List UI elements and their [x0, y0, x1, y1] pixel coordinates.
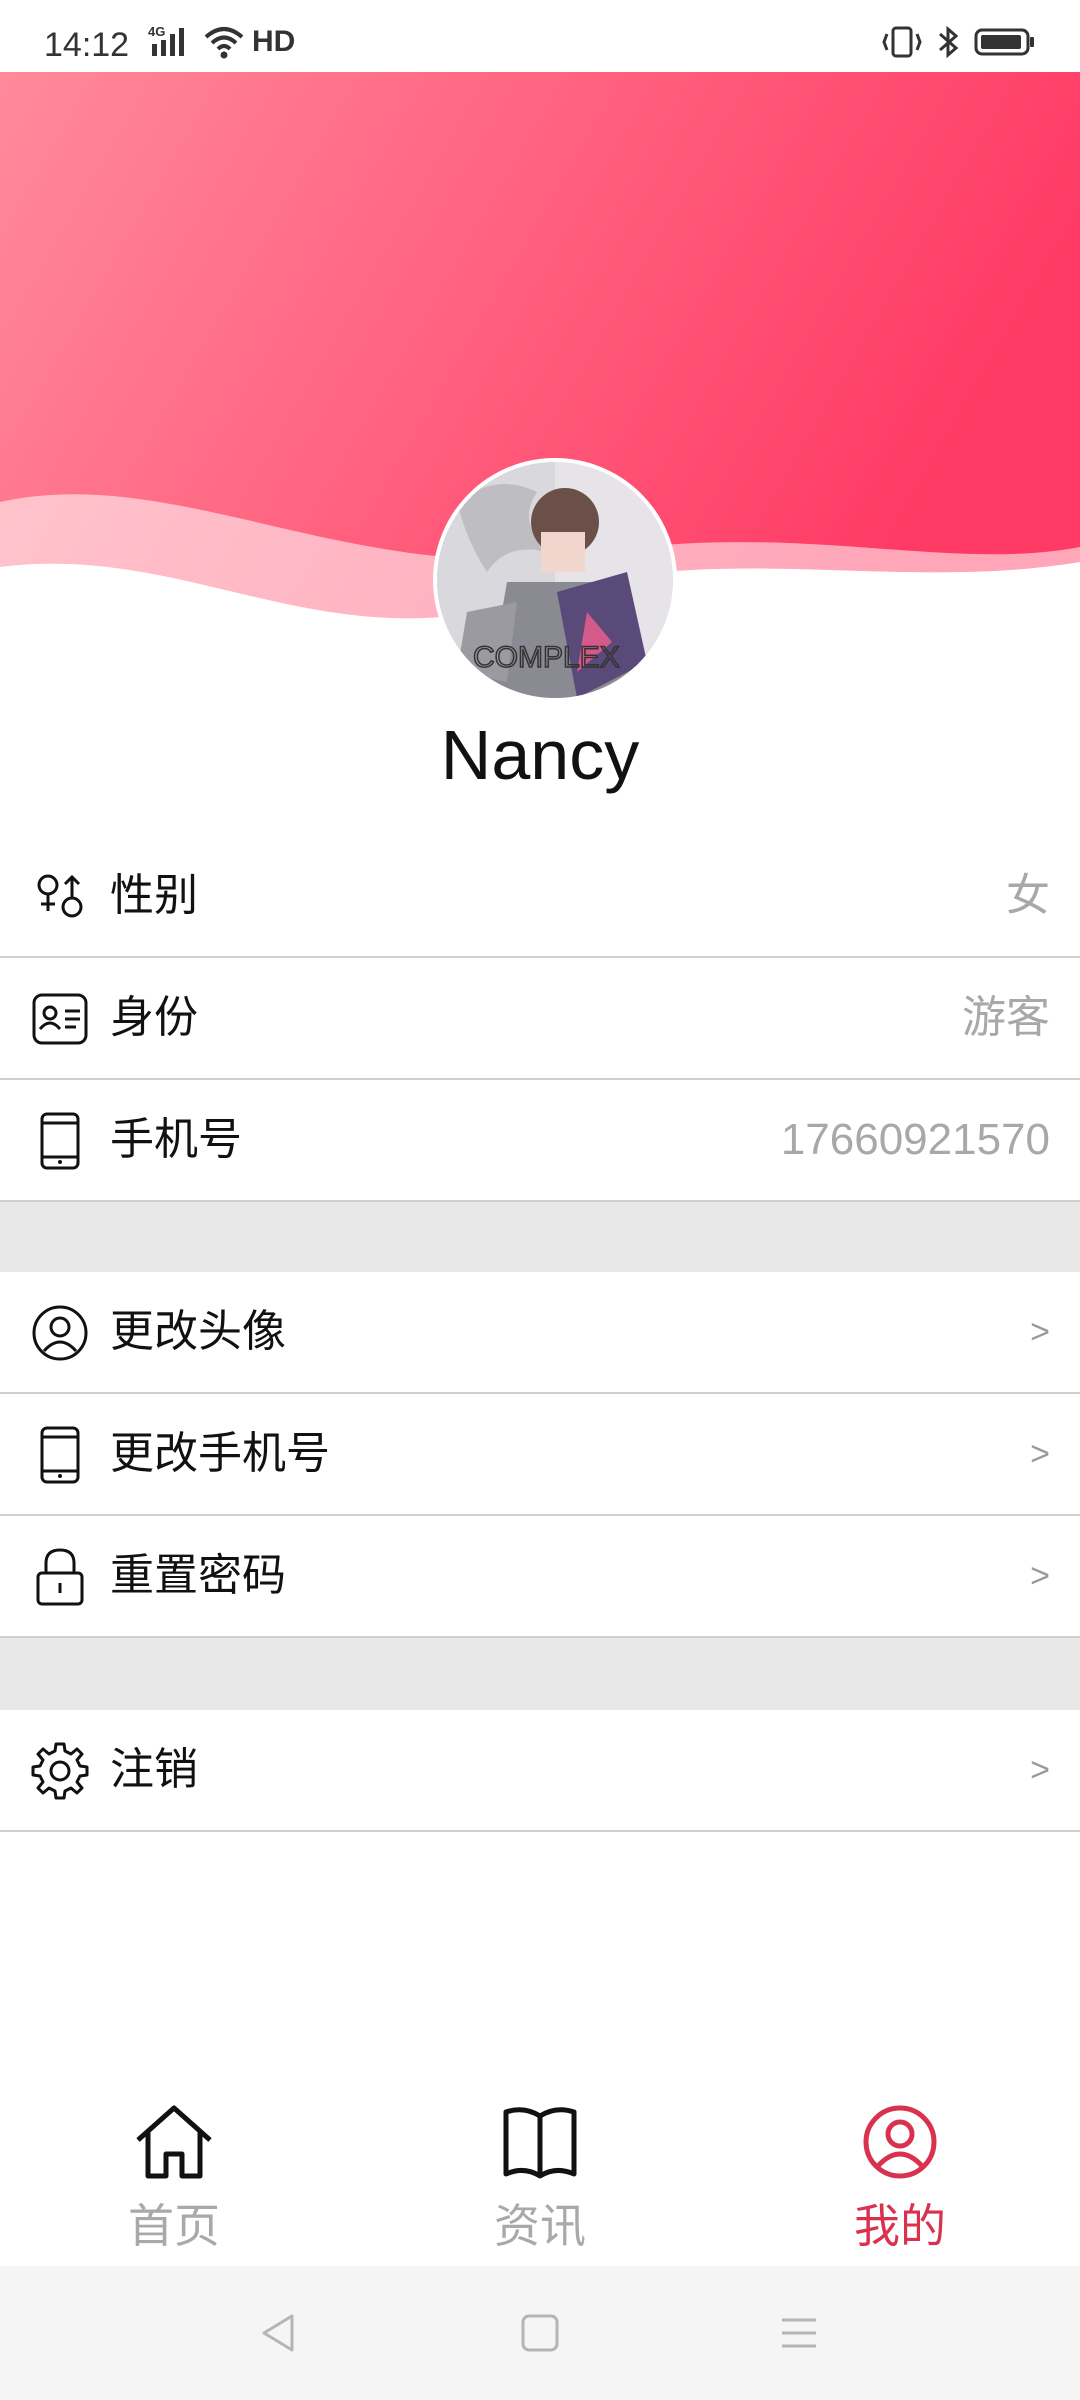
info-label-phone: 手机号 — [110, 1114, 242, 1165]
signal-icon: 4G — [148, 24, 184, 56]
action-label-reset-password: 重置密码 — [110, 1550, 286, 1601]
section-separator — [0, 1202, 1080, 1272]
tab-news-label: 资讯 — [494, 2199, 586, 2253]
tab-mine[interactable]: 我的 — [780, 2100, 1020, 2260]
tab-news[interactable]: 资讯 — [420, 2100, 660, 2260]
tab-home-label: 首页 — [128, 2199, 220, 2253]
section-separator — [0, 1638, 1080, 1710]
user-circle-icon — [863, 2105, 937, 2179]
info-value-phone: 17660921570 — [780, 1115, 1050, 1164]
info-row-phone: 手机号 17660921570 — [0, 1080, 1080, 1202]
action-row-change-avatar[interactable]: 更改头像 > — [0, 1272, 1080, 1394]
menu-icon[interactable] — [776, 2310, 822, 2356]
book-icon — [503, 2107, 577, 2179]
profile-avatar[interactable]: COMPLEX — [433, 458, 677, 702]
user-circle-icon — [32, 1305, 88, 1361]
action-label-change-phone: 更改手机号 — [110, 1428, 330, 1479]
back-icon[interactable] — [256, 2310, 302, 2356]
profile-username: Nancy — [440, 716, 640, 794]
vibrate-icon — [882, 26, 922, 58]
gender-icon — [37, 874, 83, 918]
bluetooth-icon — [939, 25, 959, 59]
info-label-identity: 身份 — [110, 992, 198, 1043]
phone-icon — [40, 1426, 80, 1484]
action-row-reset-password[interactable]: 重置密码 > — [0, 1516, 1080, 1638]
chevron-right-icon: > — [1030, 1435, 1050, 1473]
chevron-right-icon: > — [1030, 1557, 1050, 1595]
status-bar: 14:12 4G HD — [0, 0, 1080, 72]
tab-home[interactable]: 首页 — [54, 2100, 294, 2260]
home-button-icon[interactable] — [517, 2310, 563, 2356]
tab-mine-label: 我的 — [854, 2199, 946, 2253]
action-row-change-phone[interactable]: 更改手机号 > — [0, 1394, 1080, 1516]
info-label-gender: 性别 — [110, 870, 198, 921]
action-label-change-avatar: 更改头像 — [110, 1306, 286, 1357]
id-card-icon — [32, 993, 88, 1045]
hd-label: HD — [252, 25, 296, 58]
info-value-gender: 女 — [1006, 870, 1050, 921]
info-row-gender: 性别 女 — [0, 836, 1080, 958]
home-icon — [136, 2105, 212, 2179]
chevron-right-icon: > — [1030, 1313, 1050, 1351]
chevron-right-icon: > — [1030, 1751, 1050, 1789]
network-badge: 4G — [148, 24, 165, 39]
lock-icon — [36, 1548, 84, 1606]
system-navigation-bar — [0, 2266, 1080, 2400]
wifi-icon — [204, 27, 244, 59]
phone-icon — [40, 1112, 80, 1170]
status-time: 14:12 — [44, 26, 130, 64]
info-row-identity: 身份 游客 — [0, 958, 1080, 1080]
info-value-identity: 游客 — [962, 992, 1050, 1043]
action-label-logout: 注销 — [110, 1744, 198, 1795]
battery-icon — [974, 28, 1034, 56]
gear-icon — [31, 1742, 89, 1800]
action-row-logout[interactable]: 注销 > — [0, 1710, 1080, 1832]
bottom-tab-bar: 首页 资讯 我的 — [0, 2080, 1080, 2266]
avatar-text: COMPLEX — [473, 641, 620, 674]
